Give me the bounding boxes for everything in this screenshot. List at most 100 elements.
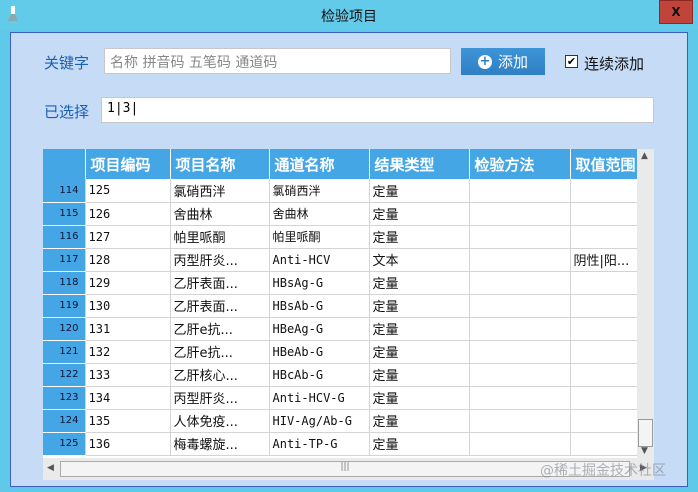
cell-name[interactable]: 丙型肝炎... xyxy=(170,386,270,410)
row-number[interactable]: 114 xyxy=(43,179,86,203)
col-header-channel[interactable]: 通道名称 xyxy=(269,149,370,179)
cell-method[interactable] xyxy=(469,179,571,203)
cell-range[interactable] xyxy=(570,386,638,410)
row-number[interactable]: 115 xyxy=(43,202,86,226)
cell-range[interactable] xyxy=(570,432,638,456)
keyword-input[interactable]: 名称 拼音码 五笔码 通道码 xyxy=(104,48,451,74)
cell-code[interactable]: 135 xyxy=(85,409,171,433)
continuous-add-checkbox[interactable]: ✔ xyxy=(565,55,578,68)
vertical-scrollbar[interactable]: ▲ ▼ xyxy=(637,149,654,458)
table-row[interactable]: 114 125 氯硝西泮 氯硝西泮 定量 xyxy=(43,179,638,203)
row-number[interactable]: 123 xyxy=(43,386,86,410)
cell-range[interactable] xyxy=(570,225,638,249)
cell-code[interactable]: 133 xyxy=(85,363,171,387)
cell-name[interactable]: 乙肝表面... xyxy=(170,271,270,295)
cell-name[interactable]: 丙型肝炎... xyxy=(170,248,270,272)
cell-channel[interactable]: HBsAg-G xyxy=(269,271,370,295)
row-number[interactable]: 124 xyxy=(43,409,86,433)
col-header-result-type[interactable]: 结果类型 xyxy=(369,149,470,179)
cell-method[interactable] xyxy=(469,294,571,318)
col-header-code[interactable]: 项目编码 xyxy=(85,149,171,179)
cell-name[interactable]: 帕里哌酮 xyxy=(170,225,270,249)
row-number[interactable]: 122 xyxy=(43,363,86,387)
cell-method[interactable] xyxy=(469,432,571,456)
cell-result-type[interactable]: 定量 xyxy=(369,317,470,341)
cell-channel[interactable]: 氯硝西泮 xyxy=(269,179,370,203)
cell-method[interactable] xyxy=(469,202,571,226)
cell-channel[interactable]: Anti-TP-G xyxy=(269,432,370,456)
row-number[interactable]: 120 xyxy=(43,317,86,341)
cell-name[interactable]: 乙肝核心... xyxy=(170,363,270,387)
cell-code[interactable]: 136 xyxy=(85,432,171,456)
cell-result-type[interactable]: 定量 xyxy=(369,340,470,364)
cell-name[interactable]: 乙肝e抗... xyxy=(170,340,270,364)
table-row[interactable]: 119 130 乙肝表面... HBsAb-G 定量 xyxy=(43,294,638,318)
cell-range[interactable] xyxy=(570,271,638,295)
row-number[interactable]: 125 xyxy=(43,432,86,456)
table-row[interactable]: 117 128 丙型肝炎... Anti-HCV 文本 阴性|阳... xyxy=(43,248,638,272)
row-number[interactable]: 119 xyxy=(43,294,86,318)
cell-name[interactable]: 氯硝西泮 xyxy=(170,179,270,203)
close-button[interactable]: X xyxy=(659,0,693,24)
cell-channel[interactable]: 舍曲林 xyxy=(269,202,370,226)
row-number[interactable]: 116 xyxy=(43,225,86,249)
cell-method[interactable] xyxy=(469,317,571,341)
cell-name[interactable]: 梅毒螺旋... xyxy=(170,432,270,456)
cell-result-type[interactable]: 定量 xyxy=(369,225,470,249)
cell-method[interactable] xyxy=(469,225,571,249)
cell-result-type[interactable]: 定量 xyxy=(369,271,470,295)
row-number[interactable]: 117 xyxy=(43,248,86,272)
scroll-left-icon[interactable]: ◀ xyxy=(47,463,54,473)
cell-result-type[interactable]: 定量 xyxy=(369,294,470,318)
cell-code[interactable]: 126 xyxy=(85,202,171,226)
cell-result-type[interactable]: 定量 xyxy=(369,179,470,203)
cell-result-type[interactable]: 定量 xyxy=(369,409,470,433)
add-button[interactable]: + 添加 xyxy=(461,48,545,75)
row-number[interactable]: 118 xyxy=(43,271,86,295)
table-row[interactable]: 115 126 舍曲林 舍曲林 定量 xyxy=(43,202,638,226)
cell-channel[interactable]: HBeAg-G xyxy=(269,317,370,341)
cell-method[interactable] xyxy=(469,271,571,295)
cell-code[interactable]: 134 xyxy=(85,386,171,410)
cell-channel[interactable]: 帕里哌酮 xyxy=(269,225,370,249)
cell-method[interactable] xyxy=(469,363,571,387)
cell-range[interactable] xyxy=(570,202,638,226)
table-row[interactable]: 123 134 丙型肝炎... Anti-HCV-G 定量 xyxy=(43,386,638,410)
table-row[interactable]: 120 131 乙肝e抗... HBeAg-G 定量 xyxy=(43,317,638,341)
col-header-method[interactable]: 检验方法 xyxy=(469,149,571,179)
cell-method[interactable] xyxy=(469,340,571,364)
col-header-name[interactable]: 项目名称 xyxy=(170,149,270,179)
cell-channel[interactable]: Anti-HCV xyxy=(269,248,370,272)
cell-result-type[interactable]: 文本 xyxy=(369,248,470,272)
cell-method[interactable] xyxy=(469,409,571,433)
table-row[interactable]: 122 133 乙肝核心... HBcAb-G 定量 xyxy=(43,363,638,387)
cell-code[interactable]: 131 xyxy=(85,317,171,341)
cell-range[interactable]: 阴性|阳... xyxy=(570,248,638,272)
cell-channel[interactable]: HBsAb-G xyxy=(269,294,370,318)
table-row[interactable]: 121 132 乙肝e抗... HBeAb-G 定量 xyxy=(43,340,638,364)
scroll-down-icon[interactable]: ▼ xyxy=(641,446,648,456)
cell-channel[interactable]: HBcAb-G xyxy=(269,363,370,387)
cell-range[interactable] xyxy=(570,363,638,387)
cell-channel[interactable]: HIV-Ag/Ab-G xyxy=(269,409,370,433)
cell-result-type[interactable]: 定量 xyxy=(369,202,470,226)
cell-range[interactable] xyxy=(570,179,638,203)
cell-code[interactable]: 127 xyxy=(85,225,171,249)
cell-range[interactable] xyxy=(570,317,638,341)
table-row[interactable]: 118 129 乙肝表面... HBsAg-G 定量 xyxy=(43,271,638,295)
cell-method[interactable] xyxy=(469,386,571,410)
cell-result-type[interactable]: 定量 xyxy=(369,386,470,410)
cell-channel[interactable]: HBeAb-G xyxy=(269,340,370,364)
cell-result-type[interactable]: 定量 xyxy=(369,432,470,456)
cell-code[interactable]: 129 xyxy=(85,271,171,295)
cell-code[interactable]: 128 xyxy=(85,248,171,272)
cell-name[interactable]: 乙肝e抗... xyxy=(170,317,270,341)
col-header-range[interactable]: 取值范围 xyxy=(570,149,638,179)
table-row[interactable]: 125 136 梅毒螺旋... Anti-TP-G 定量 xyxy=(43,432,638,456)
cell-name[interactable]: 人体免疫... xyxy=(170,409,270,433)
vertical-scroll-thumb[interactable] xyxy=(638,419,653,447)
cell-code[interactable]: 132 xyxy=(85,340,171,364)
cell-name[interactable]: 乙肝表面... xyxy=(170,294,270,318)
cell-code[interactable]: 125 xyxy=(85,179,171,203)
cell-range[interactable] xyxy=(570,294,638,318)
